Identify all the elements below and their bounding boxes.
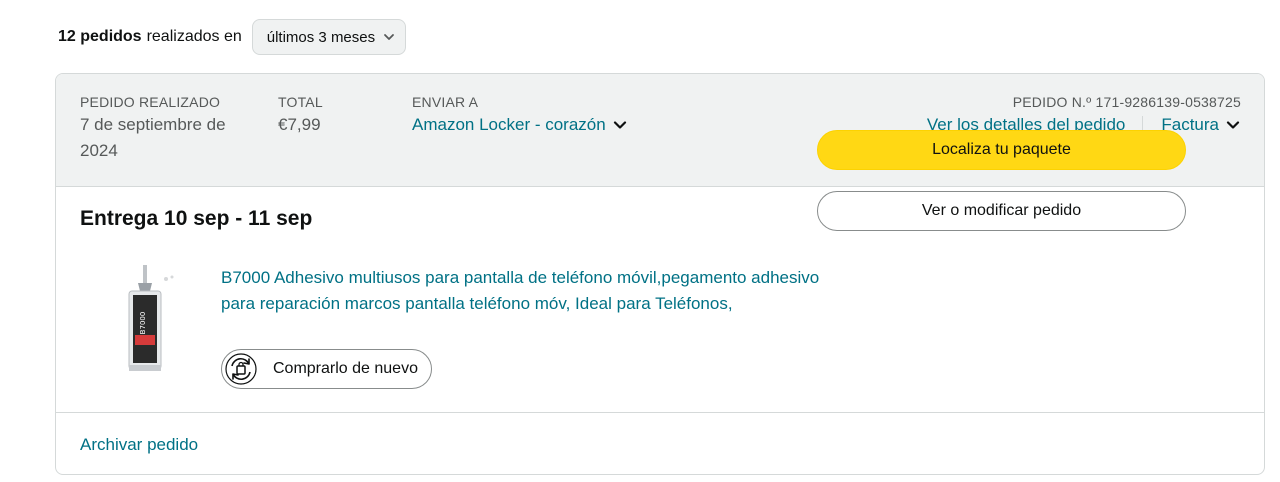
- ship-to-address-link[interactable]: Amazon Locker - corazón: [412, 112, 628, 138]
- view-edit-order-button[interactable]: Ver o modificar pedido: [817, 191, 1186, 231]
- buy-again-label: Comprarlo de nuevo: [273, 360, 418, 377]
- ship-to: ENVIAR A Amazon Locker - corazón: [412, 94, 628, 138]
- chevron-down-icon: [384, 34, 395, 40]
- time-range-select[interactable]: últimos 3 meses: [251, 19, 407, 55]
- ship-to-label: ENVIAR A: [412, 94, 479, 110]
- order-total-value: €7,99: [278, 115, 321, 134]
- order-number: PEDIDO N.º 171-9286139-0538725: [1012, 94, 1241, 110]
- orders-summary-text: realizados en: [146, 28, 242, 45]
- order-placed-label: PEDIDO REALIZADO: [80, 94, 221, 110]
- order-total-label: TOTAL: [278, 94, 323, 110]
- delivery-status: Entrega 10 sep - 11 sep: [80, 207, 313, 230]
- order-total: TOTAL €7,99: [278, 94, 323, 138]
- track-package-label: Localiza tu paquete: [932, 141, 1071, 158]
- archive-order-link[interactable]: Archivar pedido: [80, 435, 198, 455]
- chevron-down-icon: [1226, 121, 1240, 129]
- view-edit-order-label: Ver o modificar pedido: [921, 202, 1082, 219]
- track-package-button[interactable]: Localiza tu paquete: [817, 130, 1186, 170]
- order-footer: Archivar pedido: [56, 413, 1264, 474]
- time-range-value: últimos 3 meses: [266, 28, 376, 46]
- buy-again-icon: [225, 353, 257, 385]
- chevron-down-icon: [613, 121, 626, 129]
- glue-tube-image[interactable]: B7000: [116, 265, 176, 375]
- order-placed-date: 7 de septiembre de 2024: [80, 115, 226, 160]
- product-image-label: B7000: [139, 312, 147, 335]
- buy-again-button[interactable]: Comprarlo de nuevo: [221, 349, 432, 389]
- orders-summary: 12 pedidos realizados en últimos 3 meses: [58, 18, 407, 56]
- ship-to-address: Amazon Locker - corazón: [412, 115, 606, 134]
- product-title-link[interactable]: B7000 Adhesivo multiusos para pantalla d…: [221, 265, 821, 316]
- orders-count: 12 pedidos: [58, 28, 142, 45]
- order-placed: PEDIDO REALIZADO 7 de septiembre de 2024: [80, 94, 260, 164]
